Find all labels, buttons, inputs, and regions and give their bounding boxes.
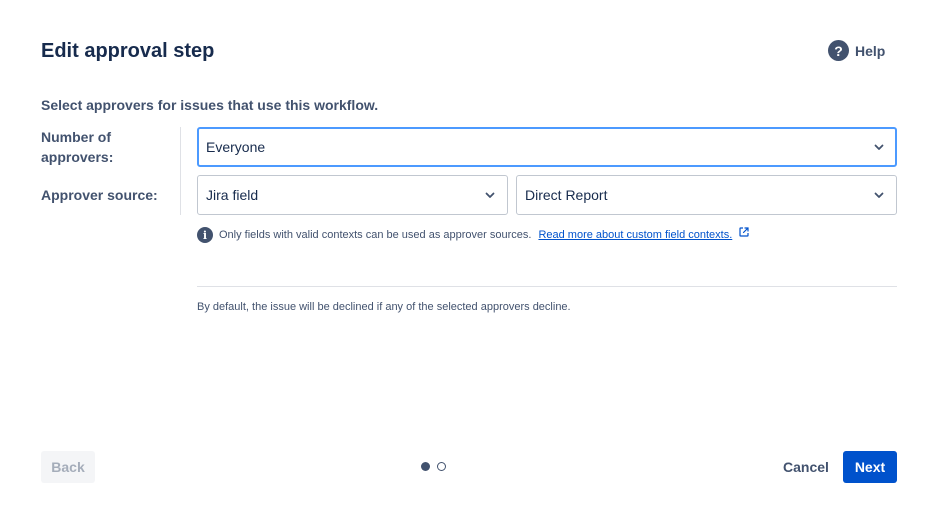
decline-note: By default, the issue will be declined i…: [197, 301, 571, 313]
chevron-down-icon: [484, 189, 496, 201]
section-divider: [197, 286, 897, 287]
help-label: Help: [855, 42, 886, 59]
number-of-approvers-label: Number of approvers:: [41, 129, 114, 165]
info-circle-icon: i: [197, 227, 213, 243]
approver-source-type-select[interactable]: Jira field: [197, 175, 508, 215]
form-divider: [180, 127, 181, 215]
chevron-down-icon: [873, 189, 885, 201]
external-link-icon[interactable]: [738, 226, 750, 238]
dialog-subtitle: Select approvers for issues that use thi…: [41, 97, 379, 113]
dialog-title: Edit approval step: [41, 40, 215, 62]
edit-approval-dialog: Edit approval step ? Help Select approve…: [0, 0, 950, 512]
step-dot-1: [421, 462, 430, 471]
approver-source-info: i Only fields with valid contexts can be…: [197, 227, 750, 243]
approver-source-field-value: Direct Report: [525, 187, 608, 203]
number-of-approvers-select[interactable]: Everyone: [197, 127, 897, 167]
cancel-button[interactable]: Cancel: [776, 451, 836, 483]
help-link[interactable]: ? Help: [828, 40, 885, 61]
step-dot-2: [437, 462, 446, 471]
info-text: Only fields with valid contexts can be u…: [219, 229, 532, 241]
approver-source-field-select[interactable]: Direct Report: [516, 175, 897, 215]
approver-source-label: Approver source:: [41, 187, 158, 203]
back-button[interactable]: Back: [41, 451, 95, 483]
approver-source-type-value: Jira field: [206, 187, 259, 203]
question-circle-icon: ?: [828, 40, 849, 61]
step-indicator: [421, 462, 446, 471]
number-of-approvers-value: Everyone: [206, 139, 266, 155]
chevron-down-icon: [873, 141, 885, 153]
custom-field-contexts-link[interactable]: Read more about custom field contexts.: [538, 229, 732, 241]
next-button[interactable]: Next: [843, 451, 897, 483]
